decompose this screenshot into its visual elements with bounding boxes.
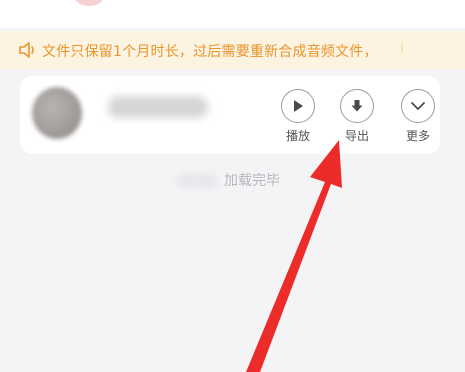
export-button[interactable]: 导出 [337,89,377,144]
avatar [32,87,82,139]
notice-overflow-text: i [400,41,404,57]
loaded-status-blur [176,174,218,188]
top-bar [0,0,465,28]
chevron-down-icon [411,102,425,110]
speaker-icon [19,42,34,58]
top-decoration [74,0,104,6]
retention-notice-banner: 文件只保留1个月时长，过后需要重新合成音频文件， i [0,31,465,69]
export-button-circle[interactable] [340,89,374,123]
play-button-circle[interactable] [281,89,315,123]
play-label: 播放 [285,129,310,143]
audio-title-blurred [108,96,208,118]
audio-file-card[interactable]: 播放 导出 更多 [20,76,440,154]
play-icon [294,100,303,112]
notice-text: 文件只保留1个月时长，过后需要重新合成音频文件， [42,44,378,60]
play-button[interactable]: 播放 [278,89,318,144]
download-icon [351,100,363,112]
notice-fade [405,31,465,69]
more-button[interactable]: 更多 [398,89,438,144]
export-label: 导出 [344,129,369,143]
more-button-circle[interactable] [401,89,435,123]
more-label: 更多 [405,129,430,143]
loaded-status-text: 加载完毕 [224,173,280,189]
